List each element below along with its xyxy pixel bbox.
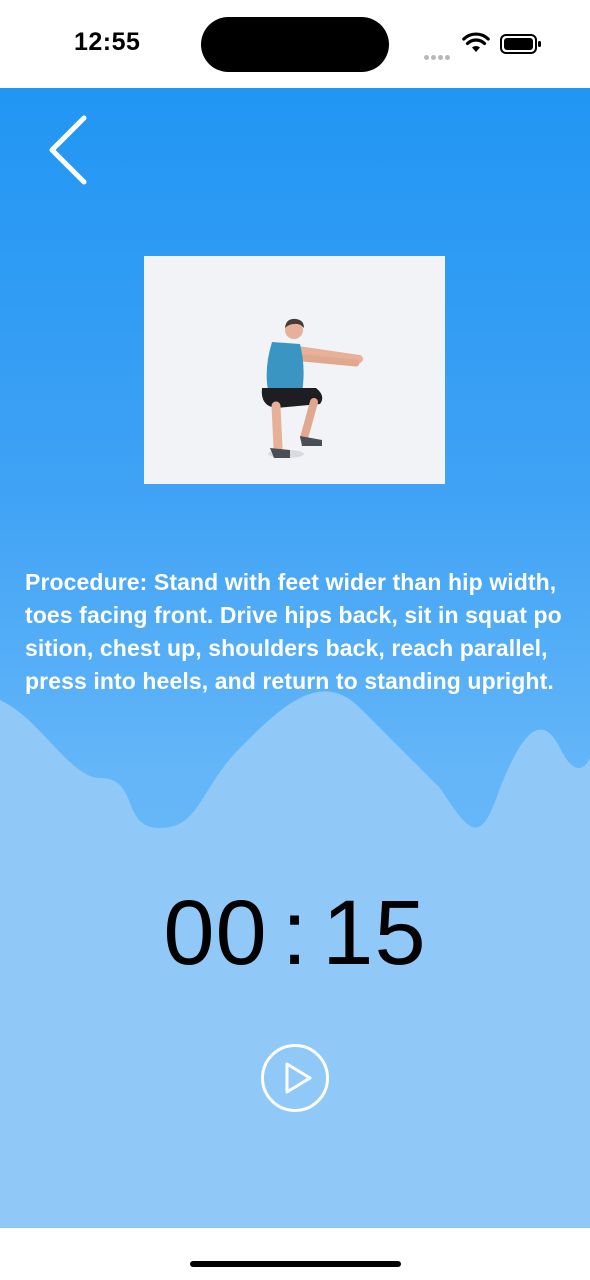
exercise-image (144, 256, 445, 484)
timer-minutes: 00 (163, 882, 268, 984)
play-button[interactable] (260, 1043, 330, 1113)
status-bar: 12:55 (0, 0, 590, 88)
chevron-left-icon (49, 115, 87, 185)
exercise-content: Procedure: Stand with feet wider than hi… (0, 88, 590, 1228)
play-icon (261, 1044, 329, 1112)
status-time: 12:55 (74, 28, 141, 56)
countdown-timer: 00:15 (0, 878, 590, 988)
timer-separator: : (281, 882, 309, 984)
squat-illustration (261, 318, 363, 458)
dynamic-island (201, 17, 389, 72)
cellular-signal-icon (424, 47, 454, 60)
home-indicator[interactable] (190, 1261, 401, 1267)
battery-icon (500, 34, 541, 54)
wifi-icon (462, 32, 490, 52)
back-button[interactable] (36, 100, 106, 190)
exercise-screen: 12:55 Procedure: Stand with feet wider t… (0, 0, 590, 1280)
procedure-text: Procedure: Stand with feet wider than hi… (25, 569, 562, 694)
timer-seconds: 15 (322, 882, 427, 984)
